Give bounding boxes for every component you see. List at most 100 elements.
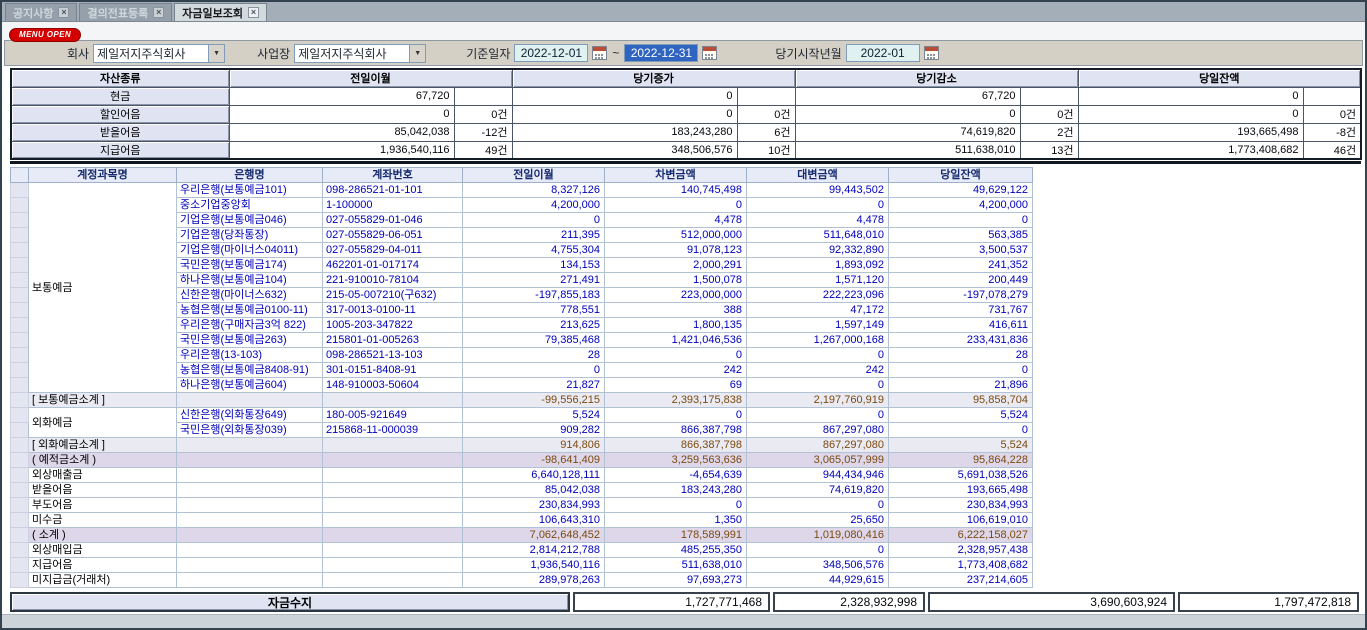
chevron-down-icon[interactable]: ▼ [208, 45, 224, 62]
bank-name-cell[interactable] [177, 438, 323, 453]
credit-amount-cell[interactable]: 0 [747, 378, 889, 393]
row-indicator[interactable] [11, 573, 29, 588]
credit-amount-cell[interactable]: 242 [747, 363, 889, 378]
credit-amount-cell[interactable]: 867,297,080 [747, 438, 889, 453]
account-row[interactable]: 미수금106,643,3101,35025,650106,619,010 [11, 513, 1033, 528]
row-indicator[interactable] [11, 393, 29, 408]
carry-forward-cell[interactable]: 230,834,993 [463, 498, 605, 513]
bank-name-cell[interactable] [177, 543, 323, 558]
daily-balance-cell[interactable]: 193,665,498 [889, 483, 1033, 498]
carry-forward-cell[interactable]: 213,625 [463, 318, 605, 333]
debit-amount-cell[interactable]: 1,500,078 [605, 273, 747, 288]
bank-name-cell[interactable]: 농협은행(보통예금8408-91) [177, 363, 323, 378]
tab-close-icon[interactable]: × [153, 7, 164, 18]
row-indicator[interactable] [11, 348, 29, 363]
account-number-cell[interactable] [323, 558, 463, 573]
bank-name-cell[interactable]: 기업은행(당좌통장) [177, 228, 323, 243]
account-number-cell[interactable] [323, 438, 463, 453]
daily-balance-cell[interactable]: 241,352 [889, 258, 1033, 273]
credit-amount-cell[interactable]: 2,197,760,919 [747, 393, 889, 408]
account-row[interactable]: ( 예적금소계 )-98,641,4093,259,563,6363,065,0… [11, 453, 1033, 468]
row-indicator[interactable] [11, 498, 29, 513]
carry-forward-cell[interactable]: 0 [463, 213, 605, 228]
account-number-cell[interactable]: 215801-01-005263 [323, 333, 463, 348]
credit-amount-cell[interactable]: 4,478 [747, 213, 889, 228]
row-indicator[interactable] [11, 198, 29, 213]
bank-name-cell[interactable]: 국민은행(외화통장039) [177, 423, 323, 438]
carry-forward-cell[interactable]: 8,327,126 [463, 183, 605, 198]
calendar-icon[interactable] [702, 46, 717, 60]
account-number-cell[interactable] [323, 543, 463, 558]
account-row[interactable]: 지급어음1,936,540,116511,638,010348,506,5761… [11, 558, 1033, 573]
account-number-cell[interactable]: 1005-203-347822 [323, 318, 463, 333]
credit-amount-cell[interactable]: 1,893,092 [747, 258, 889, 273]
account-row[interactable]: 외상매출금6,640,128,111-4,654,639944,434,9465… [11, 468, 1033, 483]
row-indicator[interactable] [11, 303, 29, 318]
account-number-cell[interactable] [323, 453, 463, 468]
daily-balance-cell[interactable]: 4,200,000 [889, 198, 1033, 213]
daily-balance-cell[interactable]: 230,834,993 [889, 498, 1033, 513]
credit-amount-cell[interactable]: 1,267,000,168 [747, 333, 889, 348]
date-to-input[interactable]: 2022-12-31 [624, 44, 698, 62]
account-number-cell[interactable]: 098-286521-13-103 [323, 348, 463, 363]
tab-close-icon[interactable]: × [248, 7, 259, 18]
debit-amount-cell[interactable]: 223,000,000 [605, 288, 747, 303]
bank-name-cell[interactable]: 하나은행(보통예금604) [177, 378, 323, 393]
account-row[interactable]: 부도어음230,834,99300230,834,993 [11, 498, 1033, 513]
credit-amount-cell[interactable]: 25,650 [747, 513, 889, 528]
bank-name-cell[interactable] [177, 453, 323, 468]
debit-amount-cell[interactable]: 1,800,135 [605, 318, 747, 333]
row-indicator[interactable] [11, 243, 29, 258]
bank-name-cell[interactable] [177, 468, 323, 483]
account-row[interactable]: 받을어음85,042,038183,243,28074,619,820193,6… [11, 483, 1033, 498]
debit-amount-cell[interactable]: 2,000,291 [605, 258, 747, 273]
daily-balance-cell[interactable]: 416,611 [889, 318, 1033, 333]
debit-amount-cell[interactable]: 866,387,798 [605, 438, 747, 453]
carry-forward-cell[interactable]: 21,827 [463, 378, 605, 393]
bank-name-cell[interactable] [177, 483, 323, 498]
daily-balance-cell[interactable]: 106,619,010 [889, 513, 1033, 528]
account-number-cell[interactable]: 180-005-921649 [323, 408, 463, 423]
carry-forward-cell[interactable]: -197,855,183 [463, 288, 605, 303]
debit-amount-cell[interactable]: 91,078,123 [605, 243, 747, 258]
account-row[interactable]: 미지급금(거래처)289,978,26397,693,27344,929,615… [11, 573, 1033, 588]
bank-name-cell[interactable]: 신한은행(외화통장649) [177, 408, 323, 423]
daily-balance-cell[interactable]: -197,078,279 [889, 288, 1033, 303]
credit-amount-cell[interactable]: 44,929,615 [747, 573, 889, 588]
debit-amount-cell[interactable]: 0 [605, 408, 747, 423]
carry-forward-cell[interactable]: 85,042,038 [463, 483, 605, 498]
row-indicator[interactable] [11, 468, 29, 483]
row-indicator[interactable] [11, 213, 29, 228]
site-select[interactable]: 제일저지주식회사 ▼ [294, 44, 426, 63]
daily-balance-cell[interactable]: 200,449 [889, 273, 1033, 288]
row-indicator[interactable] [11, 483, 29, 498]
daily-balance-cell[interactable]: 1,773,408,682 [889, 558, 1033, 573]
daily-balance-cell[interactable]: 563,385 [889, 228, 1033, 243]
debit-amount-cell[interactable]: 69 [605, 378, 747, 393]
tab-결의전표등록[interactable]: 결의전표등록× [79, 3, 172, 21]
carry-forward-cell[interactable]: 0 [463, 363, 605, 378]
carry-forward-cell[interactable]: 271,491 [463, 273, 605, 288]
debit-amount-cell[interactable]: 4,478 [605, 213, 747, 228]
credit-amount-cell[interactable]: 1,597,149 [747, 318, 889, 333]
debit-amount-cell[interactable]: 388 [605, 303, 747, 318]
account-row[interactable]: 외화예금신한은행(외화통장649)180-005-9216495,524005,… [11, 408, 1033, 423]
bank-name-cell[interactable] [177, 393, 323, 408]
credit-amount-cell[interactable]: 0 [747, 543, 889, 558]
account-number-cell[interactable]: 301-0151-8408-91 [323, 363, 463, 378]
debit-amount-cell[interactable]: 512,000,000 [605, 228, 747, 243]
bank-name-cell[interactable]: 국민은행(보통예금174) [177, 258, 323, 273]
row-indicator[interactable] [11, 228, 29, 243]
account-number-cell[interactable] [323, 468, 463, 483]
credit-amount-cell[interactable]: 99,443,502 [747, 183, 889, 198]
tab-자금일보조회[interactable]: 자금일보조회× [174, 3, 267, 21]
bank-name-cell[interactable]: 기업은행(보통예금046) [177, 213, 323, 228]
carry-forward-cell[interactable]: 2,814,212,788 [463, 543, 605, 558]
debit-amount-cell[interactable]: -4,654,639 [605, 468, 747, 483]
daily-balance-cell[interactable]: 731,767 [889, 303, 1033, 318]
bank-name-cell[interactable]: 농협은행(보통예금0100-11) [177, 303, 323, 318]
credit-amount-cell[interactable]: 92,332,890 [747, 243, 889, 258]
account-number-cell[interactable]: 148-910003-50604 [323, 378, 463, 393]
carry-forward-cell[interactable]: 778,551 [463, 303, 605, 318]
bank-name-cell[interactable]: 신한은행(마이너스632) [177, 288, 323, 303]
